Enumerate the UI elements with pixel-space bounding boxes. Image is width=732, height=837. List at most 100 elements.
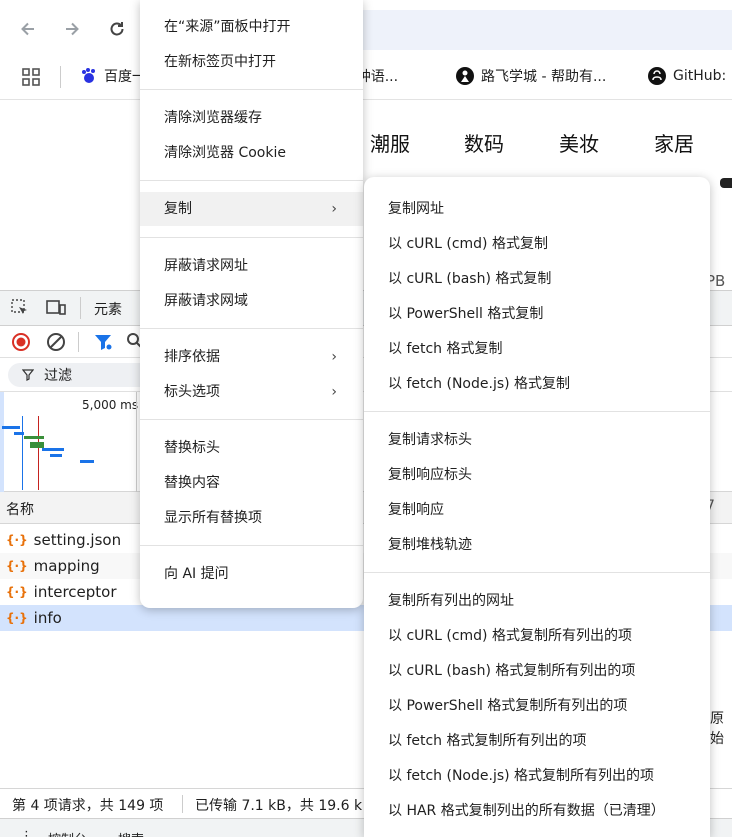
- category-link[interactable]: 数码: [464, 128, 504, 157]
- filter-input[interactable]: 过滤: [8, 363, 158, 387]
- timeline-bar: [2, 426, 20, 429]
- forward-button[interactable]: [57, 14, 87, 44]
- menu-separator: [140, 237, 363, 238]
- tab-divider: [80, 297, 81, 319]
- submenu-copy-all-fetch[interactable]: 以 fetch 格式复制所有列出的项: [364, 725, 710, 757]
- menu-copy-label: 复制: [164, 201, 192, 217]
- bookmark-label: GitHub:: [673, 68, 727, 84]
- menu-sort-label: 排序依据: [164, 349, 220, 365]
- chevron-right-icon: ›: [331, 201, 337, 217]
- timeline-handle[interactable]: [0, 392, 4, 492]
- filter-funnel-icon: [22, 369, 34, 381]
- apps-icon[interactable]: [22, 68, 40, 90]
- reload-button[interactable]: [102, 14, 132, 44]
- menu-override-content[interactable]: 替换内容: [140, 467, 363, 499]
- menu-sort-by[interactable]: 排序依据 ›: [140, 341, 363, 373]
- filter-icon[interactable]: [93, 332, 113, 356]
- address-bar[interactable]: [330, 10, 732, 50]
- menu-separator: [140, 328, 363, 329]
- status-divider: [182, 795, 183, 813]
- filter-label: 过滤: [44, 368, 72, 384]
- tools-divider: [78, 332, 79, 352]
- timeline-bar: [80, 460, 94, 463]
- menu-header-options-label: 标头选项: [164, 384, 220, 400]
- name-column-header[interactable]: 名称: [6, 499, 34, 519]
- category-link[interactable]: 潮服: [370, 128, 410, 157]
- timeline-bar: [50, 454, 62, 457]
- github-icon: [648, 67, 666, 85]
- request-name: setting.json: [33, 531, 122, 549]
- menu-separator: [140, 89, 363, 90]
- submenu-copy-all-curl-cmd[interactable]: 以 cURL (cmd) 格式复制所有列出的项: [364, 620, 710, 652]
- submenu-copy-curl-cmd[interactable]: 以 cURL (cmd) 格式复制: [364, 228, 710, 260]
- bookmark-label: 路飞学城 - 帮助有...: [481, 69, 607, 85]
- clear-icon[interactable]: [46, 332, 66, 356]
- timeline-bar: [14, 432, 24, 435]
- menu-clear-cache[interactable]: 清除浏览器缓存: [140, 102, 363, 134]
- drawer-tab-search[interactable]: 搜索: [118, 829, 144, 837]
- submenu-copy-all-har[interactable]: 以 HAR 格式复制列出的所有数据（已清理）: [364, 795, 710, 827]
- kebab-icon[interactable]: ⋮: [20, 829, 33, 837]
- browser-toolbar: [0, 0, 732, 58]
- arrow-right-icon: [66, 22, 79, 36]
- bookmark-github[interactable]: GitHub:: [647, 66, 726, 86]
- inspect-icon[interactable]: [11, 299, 29, 321]
- menu-header-options[interactable]: 标头选项 ›: [140, 376, 363, 408]
- submenu-copy-fetch-node[interactable]: 以 fetch (Node.js) 格式复制: [364, 368, 710, 400]
- menu-ask-ai[interactable]: 向 AI 提问: [140, 558, 363, 590]
- arrow-left-icon: [21, 22, 34, 36]
- json-file-icon: {·}: [6, 585, 28, 599]
- copy-submenu: 复制网址 以 cURL (cmd) 格式复制 以 cURL (bash) 格式复…: [364, 177, 710, 837]
- menu-copy[interactable]: 复制 ›: [140, 192, 363, 226]
- back-button[interactable]: [13, 14, 43, 44]
- bookmark-luffy[interactable]: 路飞学城 - 帮助有...: [455, 66, 606, 86]
- submenu-copy-all-urls[interactable]: 复制所有列出的网址: [364, 585, 710, 617]
- category-link[interactable]: 家居: [654, 128, 694, 157]
- timeline-bar: [24, 436, 44, 439]
- dom-content-loaded-line: [22, 416, 23, 490]
- submenu-copy-response[interactable]: 复制响应: [364, 494, 710, 526]
- column-partial: 原始: [710, 711, 724, 747]
- tab-elements[interactable]: 元素: [94, 299, 122, 319]
- drawer-tab-console[interactable]: 控制台: [48, 829, 87, 837]
- submenu-copy-curl-bash[interactable]: 以 cURL (bash) 格式复制: [364, 263, 710, 295]
- record-icon[interactable]: [11, 332, 31, 356]
- submenu-copy-fetch[interactable]: 以 fetch 格式复制: [364, 333, 710, 365]
- menu-open-in-new-tab[interactable]: 在新标签页中打开: [140, 46, 363, 78]
- page-decoration: [720, 178, 732, 188]
- menu-override-headers[interactable]: 替换标头: [140, 432, 363, 464]
- device-toolbar-icon[interactable]: [46, 299, 66, 321]
- menu-clear-cookies[interactable]: 清除浏览器 Cookie: [140, 137, 363, 169]
- submenu-copy-all-fetch-node[interactable]: 以 fetch (Node.js) 格式复制所有列出的项: [364, 760, 710, 792]
- chevron-right-icon: ›: [331, 384, 337, 400]
- request-context-menu: 在“来源”面板中打开 在新标签页中打开 清除浏览器缓存 清除浏览器 Cookie…: [140, 0, 363, 608]
- chevron-right-icon: ›: [331, 349, 337, 365]
- menu-separator: [140, 419, 363, 420]
- submenu-copy-stack-trace[interactable]: 复制堆栈轨迹: [364, 529, 710, 561]
- json-file-icon: {·}: [6, 533, 28, 547]
- category-link[interactable]: 美妆: [559, 128, 599, 157]
- menu-separator: [364, 411, 710, 412]
- submenu-copy-url[interactable]: 复制网址: [364, 193, 710, 225]
- submenu-copy-response-headers[interactable]: 复制响应标头: [364, 459, 710, 491]
- menu-separator: [140, 545, 363, 546]
- submenu-copy-all-curl-bash[interactable]: 以 cURL (bash) 格式复制所有列出的项: [364, 655, 710, 687]
- menu-block-domain[interactable]: 屏蔽请求网域: [140, 285, 363, 317]
- request-name: mapping: [33, 557, 100, 575]
- request-count: 第 4 项请求，共 149 项: [12, 798, 164, 814]
- menu-block-url[interactable]: 屏蔽请求网址: [140, 250, 363, 282]
- json-file-icon: {·}: [6, 611, 28, 625]
- bookmarks-bar: 百度一 200种语... 路飞学城 - 帮助有... GitHub:: [0, 58, 732, 100]
- menu-separator: [140, 180, 363, 181]
- load-event-line: [38, 416, 39, 490]
- menu-open-in-sources[interactable]: 在“来源”面板中打开: [140, 11, 363, 43]
- bookmark-baidu[interactable]: 百度一: [80, 66, 146, 86]
- timeline-label: 5,000 ms: [82, 398, 139, 412]
- menu-show-all-overrides[interactable]: 显示所有替换项: [140, 502, 363, 534]
- submenu-copy-all-powershell[interactable]: 以 PowerShell 格式复制所有列出的项: [364, 690, 710, 722]
- submenu-copy-powershell[interactable]: 以 PowerShell 格式复制: [364, 298, 710, 330]
- request-name: info: [33, 609, 62, 627]
- submenu-copy-request-headers[interactable]: 复制请求标头: [364, 424, 710, 456]
- transfer-size: 已传输 7.1 kB，共 19.6 k: [195, 798, 363, 814]
- baidu-icon: [82, 68, 95, 83]
